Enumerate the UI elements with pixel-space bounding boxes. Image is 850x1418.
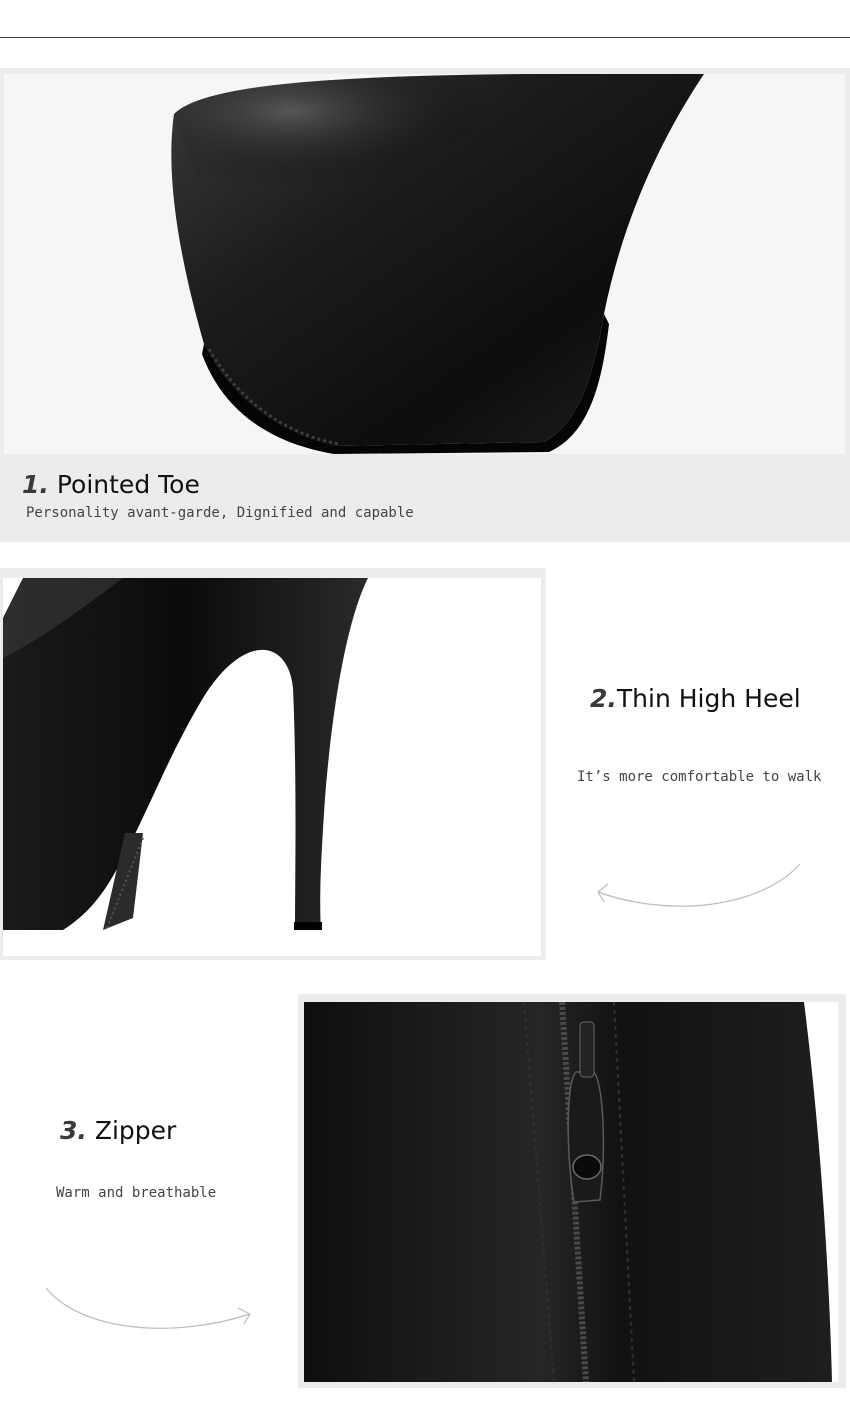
curved-arrow-left-icon [597, 863, 801, 907]
feature-title: Pointed Toe [56, 470, 200, 499]
boot-zipper-illustration [304, 1002, 832, 1382]
pointed-toe-photo [4, 74, 845, 454]
boot-toe-illustration [171, 74, 704, 454]
zipper-photo [304, 1002, 838, 1382]
pointed-toe-caption: 1. Pointed Toe Personality avant-garde, … [0, 456, 850, 542]
feature-description: It’s more comfortable to walk [577, 769, 822, 785]
feature-heading: 1. Pointed Toe [22, 470, 200, 499]
curved-arrow-right-icon [45, 1287, 251, 1329]
feature-title: Zipper [94, 1116, 177, 1145]
feature-heading: 2.Thin High Heel [590, 684, 801, 713]
feature-description: Warm and breathable [56, 1185, 217, 1201]
top-divider [0, 37, 850, 38]
feature-number: 2. [590, 684, 617, 713]
feature-title: Thin High Heel [616, 684, 801, 713]
feature-pointed-toe-section: 1. Pointed Toe Personality avant-garde, … [0, 68, 850, 542]
boot-heel-illustration [3, 578, 368, 930]
feature-number: 3. [60, 1116, 87, 1145]
feature-thin-heel-photo-frame [0, 568, 546, 960]
feature-description: Personality avant-garde, Dignified and c… [26, 505, 414, 521]
feature-number: 1. [22, 470, 49, 499]
feature-zipper-photo-frame [298, 994, 846, 1388]
feature-heading: 3. Zipper [60, 1116, 176, 1145]
thin-heel-photo [3, 578, 541, 956]
